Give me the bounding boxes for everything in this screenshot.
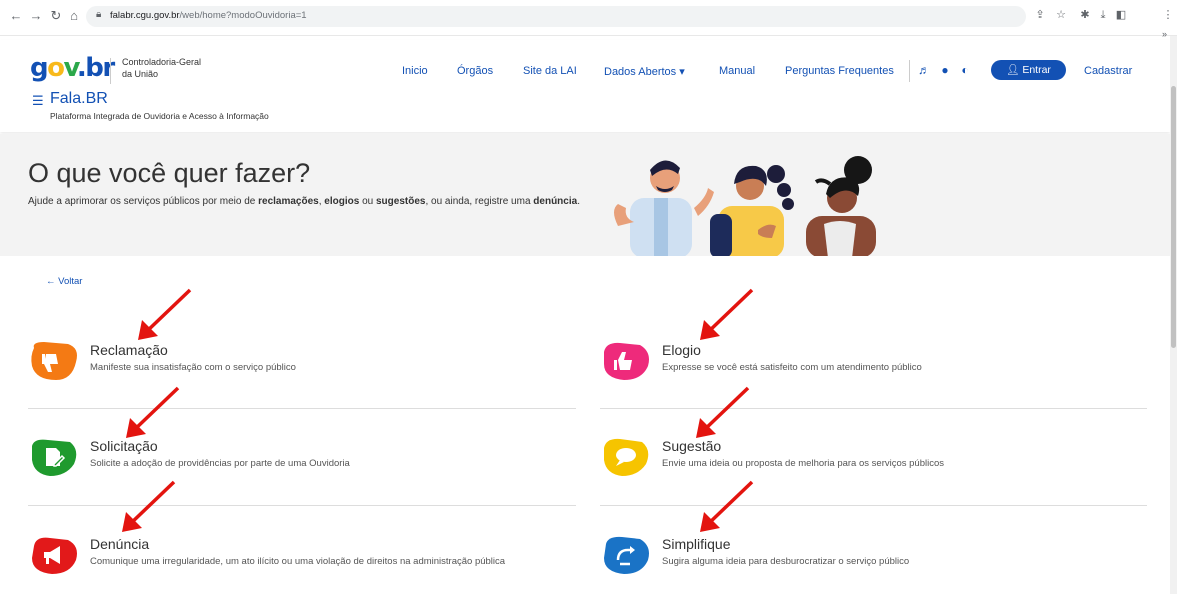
hero-description: Ajude a aprimorar os serviços públicos p… [28,194,588,209]
nav-orgaos[interactable]: Órgãos [457,65,493,77]
service-description: Sugira alguma ideia para desburocratizar… [662,556,910,567]
hero-text-mid: , ou ainda, registre uma [425,196,534,207]
reload-icon[interactable]: ↻ [48,8,64,24]
hero-kw-reclamacoes: reclamações [258,196,319,207]
cadastrar-link[interactable]: Cadastrar [1084,65,1132,77]
entrar-button[interactable]: 👤︎ Entrar [991,60,1066,80]
extensions-icon[interactable]: ✱ [1077,7,1093,23]
scrollbar-thumb[interactable] [1171,86,1176,348]
service-reclamacao[interactable]: Reclamação Manifeste sua insatisfação co… [28,340,578,400]
hero-kw-denuncia: denúncia [533,196,578,207]
service-simplifique[interactable]: Simplifique Sugira alguma ideia para des… [600,534,1150,594]
back-arrow-icon[interactable]: ← [8,8,24,24]
service-description: Comunique uma irregularidade, um ato ilí… [90,556,506,567]
divider [600,505,1147,506]
nav-inicio[interactable]: Inicio [402,65,428,77]
hero-kw-sugestoes: sugestões [375,196,426,207]
service-description: Expresse se você está satisfeito com um … [662,362,922,373]
simplify-arrows-icon [604,536,649,574]
nav-perguntas-frequentes[interactable]: Perguntas Frequentes [785,65,894,77]
org-name: Controladoria-Geral da União [122,56,232,80]
star-icon[interactable]: ☆ [1053,7,1069,23]
speech-bubble-icon [604,438,649,476]
sidepanel-icon[interactable]: ◧ [1113,7,1129,23]
divider [600,408,1147,409]
hamburger-menu-icon[interactable]: ☰ [32,93,44,109]
browser-toolbar: ← → ↻ ⌂ 🔒︎ falabr.cgu.gov.br/web/home?mo… [0,0,1177,39]
annotation-arrow-icon [696,386,750,438]
home-icon[interactable]: ⌂ [66,8,82,24]
service-description: Manifeste sua insatisfação com o serviço… [90,362,296,373]
thumbs-up-icon [604,342,649,380]
hero-sep2: ou [359,196,376,207]
annotation-arrow-icon [700,480,754,532]
site-header: gov.br Controladoria-Geral da União ☰ Fa… [0,40,1170,132]
org-name-line2: da União [122,69,159,79]
cookie-icon[interactable]: ● [938,63,952,77]
service-title[interactable]: Simplifique [662,536,730,552]
service-solicitacao[interactable]: Solicitação Solicite a adoção de providê… [28,436,578,496]
share-icon[interactable]: ⇪ [1032,7,1048,23]
app-subtitle: Plataforma Integrada de Ouvidoria e Aces… [50,111,269,121]
address-bar[interactable]: 🔒︎ falabr.cgu.gov.br/web/home?modoOuvido… [86,6,1026,27]
kebab-menu-icon[interactable]: ⋮ [1160,7,1176,23]
thumbs-down-icon [31,342,77,380]
service-description: Solicite a adoção de providências por pa… [90,458,350,469]
nav-site-lai[interactable]: Site da LAI [523,65,577,77]
annotation-arrow-icon [126,386,180,438]
logo-divider [110,58,111,84]
bookmarks-overflow-icon[interactable]: » [1162,29,1167,39]
nav-manual[interactable]: Manual [719,65,755,77]
service-denuncia[interactable]: Denúncia Comunique uma irregularidade, u… [28,534,578,594]
annotation-arrow-icon [138,288,192,340]
annotation-arrow-icon [700,288,754,340]
user-icon: 👤︎ [1006,64,1020,76]
page-scrollbar[interactable] [1170,36,1177,594]
service-sugestao[interactable]: Sugestão Envie uma ideia ou proposta de … [600,436,1150,496]
url-path: /web/home?modoOuvidoria=1 [179,10,307,21]
nav-dados-abertos[interactable]: Dados Abertos ▾ [604,65,685,78]
voltar-link[interactable]: ← Voltar [46,276,82,287]
contrast-icon[interactable]: ◐ [958,63,972,77]
document-edit-icon [32,439,77,476]
url-host: falabr.cgu.gov.br [110,10,180,21]
govbr-logo[interactable]: gov.br [30,54,115,82]
divider [28,408,576,409]
hero-kw-elogios: elogios [324,196,360,207]
hero-text-pre: Ajude a aprimorar os serviços públicos p… [28,196,259,207]
service-title[interactable]: Denúncia [90,536,149,552]
people-illustration [614,156,876,256]
sign-language-icon[interactable]: ♬ [917,63,931,77]
entrar-label: Entrar [1022,64,1051,76]
app-title[interactable]: Fala.BR [50,90,108,108]
hero-text-end: . [577,196,580,207]
nav-divider [909,60,910,82]
annotation-arrow-icon [122,480,176,532]
megaphone-icon [32,537,77,574]
hero-banner: O que você quer fazer? Ajude a aprimorar… [0,134,1170,256]
org-name-line1: Controladoria-Geral [122,57,202,67]
forward-arrow-icon[interactable]: → [28,8,44,24]
service-description: Envie uma ideia ou proposta de melhoria … [662,458,944,469]
divider [28,505,576,506]
lock-icon: 🔒︎ [96,9,102,20]
page-title: O que você quer fazer? [28,158,311,188]
service-elogio[interactable]: Elogio Expresse se você está satisfeito … [600,340,1150,400]
download-icon[interactable]: ⤓ [1095,7,1111,23]
url-text[interactable]: falabr.cgu.gov.br/web/home?modoOuvidoria… [110,10,307,21]
